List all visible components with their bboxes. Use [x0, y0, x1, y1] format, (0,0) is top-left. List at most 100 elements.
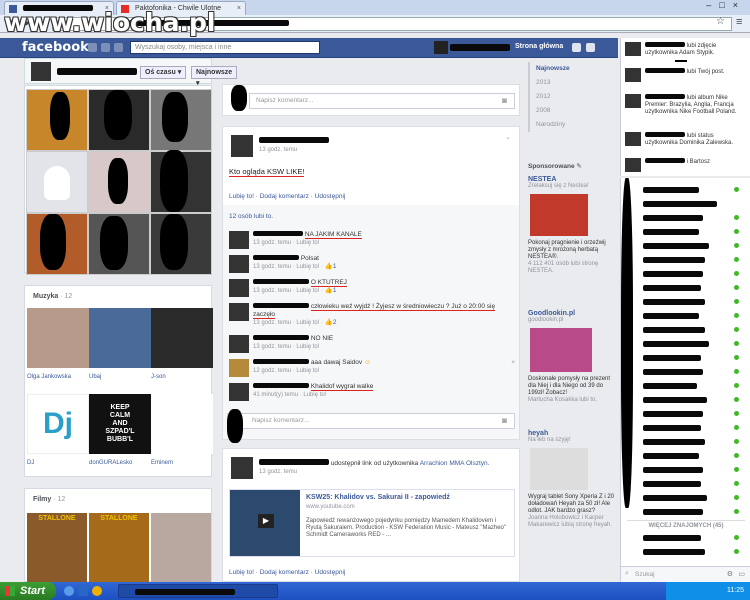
chat-contact[interactable] [627, 352, 747, 364]
commenter-redacted[interactable] [253, 255, 299, 260]
chat-contact[interactable] [627, 422, 747, 434]
taskbar-window-button[interactable] [118, 584, 278, 598]
chat-contact[interactable] [627, 324, 747, 336]
year-item[interactable]: Najnowsze [536, 62, 570, 76]
chat-contact[interactable] [627, 254, 747, 266]
more-friends-header[interactable]: WIĘCEJ ZNAJOMYCH (45) [627, 520, 745, 529]
chat-search-input[interactable]: Szukaj [635, 571, 655, 578]
star-icon[interactable]: ☆ [716, 16, 725, 27]
chat-contact[interactable] [627, 394, 747, 406]
music-item[interactable]: J-son [151, 308, 213, 380]
film-poster[interactable] [151, 513, 211, 583]
friend-requests-icon[interactable] [88, 43, 97, 52]
author-avatar[interactable] [231, 135, 253, 157]
link-title[interactable]: KSW25: Khalidov vs. Sakurai II - zapowie… [306, 494, 512, 501]
quicklaunch-icon[interactable] [78, 586, 88, 596]
post-actions[interactable]: Lubię to! · Dodaj komentarz · Udostępnij [229, 569, 345, 576]
profile-avatar[interactable] [31, 62, 51, 81]
comment-like-count[interactable]: 👍2 [325, 319, 337, 326]
ad-title[interactable]: NESTEA [528, 176, 614, 183]
commenter-redacted[interactable] [253, 303, 309, 308]
author-name-redacted[interactable] [259, 459, 329, 465]
ad-image[interactable] [530, 448, 588, 490]
comment-input[interactable]: Napisz komentarz... [227, 413, 515, 429]
music-item[interactable]: Ubaj [89, 308, 151, 380]
menu-icon[interactable]: ≡ [736, 16, 742, 28]
ad-image[interactable] [530, 328, 592, 372]
close-icon[interactable]: × [237, 2, 241, 15]
gear-icon[interactable]: ⚙ [727, 570, 733, 578]
ad[interactable]: Goodlookin.pl goodlookin.pl Doskonałe po… [528, 310, 614, 404]
post-time[interactable]: 13 godz. temu [259, 469, 297, 475]
comment-avatar[interactable] [229, 255, 249, 273]
chat-contact[interactable] [627, 212, 747, 224]
comment-avatar[interactable] [229, 279, 249, 297]
clock[interactable]: 11:25 [727, 587, 744, 594]
comment-avatar[interactable] [229, 303, 249, 321]
ad[interactable]: NESTEA Zrelaksuj się z Nestea! Pokonaj p… [528, 176, 614, 275]
commenter-redacted[interactable] [253, 279, 309, 284]
window-controls[interactable]: –□× [706, 0, 746, 10]
sort-filter[interactable]: Najnowsze ▾ [191, 66, 238, 87]
avatar[interactable] [434, 41, 448, 54]
comment-avatar[interactable] [229, 231, 249, 249]
photo-thumb[interactable] [26, 151, 88, 213]
megaphone-icon[interactable]: ✎ [576, 163, 581, 170]
likes-count[interactable]: 12 osób lubi to. [229, 213, 273, 220]
chat-contact[interactable] [627, 198, 747, 210]
messages-icon[interactable] [101, 43, 110, 52]
commenter-redacted[interactable] [253, 383, 309, 388]
ad-title[interactable]: Goodlookin.pl [528, 310, 614, 317]
chat-contact[interactable] [627, 240, 747, 252]
chat-contact[interactable] [627, 532, 747, 544]
facebook-logo[interactable]: facebook [22, 40, 89, 55]
chat-contact[interactable] [627, 366, 747, 378]
video-thumbnail[interactable]: ▶ [230, 490, 300, 556]
comment-meta[interactable]: 13 godz. temu · Lubię to! · [253, 264, 325, 270]
music-item[interactable]: Dj DJ [27, 394, 89, 466]
post-time[interactable]: 13 godz. temu [259, 147, 297, 153]
films-title[interactable]: Filmy · 12 [33, 496, 65, 503]
commenter-redacted[interactable] [253, 335, 309, 340]
commenter-redacted[interactable] [253, 231, 303, 236]
ad-image[interactable] [530, 194, 588, 236]
chat-contact[interactable] [627, 436, 747, 448]
comment-like-count[interactable]: 👍1 [325, 287, 337, 294]
ad[interactable]: heyah Na łeb na szyję! Wygraj tablet Son… [528, 430, 614, 529]
comment-meta[interactable]: 41 minut(y) temu · Lubię to! [253, 392, 326, 398]
chat-contact[interactable] [627, 226, 747, 238]
film-poster[interactable]: STALLONE [27, 513, 87, 583]
year-item[interactable]: 2013 [536, 76, 570, 90]
friends-icon[interactable] [572, 43, 581, 52]
chrome-icon[interactable] [92, 586, 102, 596]
source-link[interactable]: Arrachion MMA Olsztyn. [420, 460, 490, 467]
comment-meta[interactable]: 13 godz. temu · Lubię to! [253, 240, 319, 246]
music-item[interactable]: Olga Jankowska [27, 308, 89, 380]
year-item[interactable]: Narodziny [536, 118, 570, 132]
link-preview[interactable]: ▶ KSW25: Khalidov vs. Sakurai II - zapow… [229, 489, 515, 557]
sidebar-toggle-icon[interactable]: ▭ [738, 570, 745, 578]
chat-contact[interactable] [627, 450, 747, 462]
chat-contact[interactable] [627, 506, 747, 518]
ad-title[interactable]: heyah [528, 430, 614, 437]
comment-avatar[interactable] [229, 335, 249, 353]
chat-contact[interactable] [627, 408, 747, 420]
author-avatar[interactable] [231, 457, 253, 479]
commenter-redacted[interactable] [253, 359, 309, 364]
comment-meta[interactable]: 12 godz. temu · Lubię to! [253, 368, 319, 374]
chat-contact[interactable] [627, 380, 747, 392]
start-button[interactable]: Start [0, 582, 56, 600]
search-input[interactable]: Wyszukaj osoby, miejsca i inne [130, 41, 320, 54]
ie-icon[interactable] [64, 586, 74, 596]
chat-contact[interactable] [627, 478, 747, 490]
gear-icon[interactable] [586, 43, 595, 52]
comment-meta[interactable]: 13 godz. temu · Lubię to! · [253, 320, 325, 326]
year-item[interactable]: 2008 [536, 104, 570, 118]
username-redacted[interactable] [450, 44, 510, 51]
chat-contact[interactable] [627, 464, 747, 476]
comment-avatar[interactable] [229, 359, 249, 377]
home-link[interactable]: Strona główna [515, 43, 563, 50]
chat-contact[interactable] [627, 310, 747, 322]
chevron-down-icon[interactable]: ⌄ [505, 133, 511, 141]
chat-contact[interactable] [627, 268, 747, 280]
